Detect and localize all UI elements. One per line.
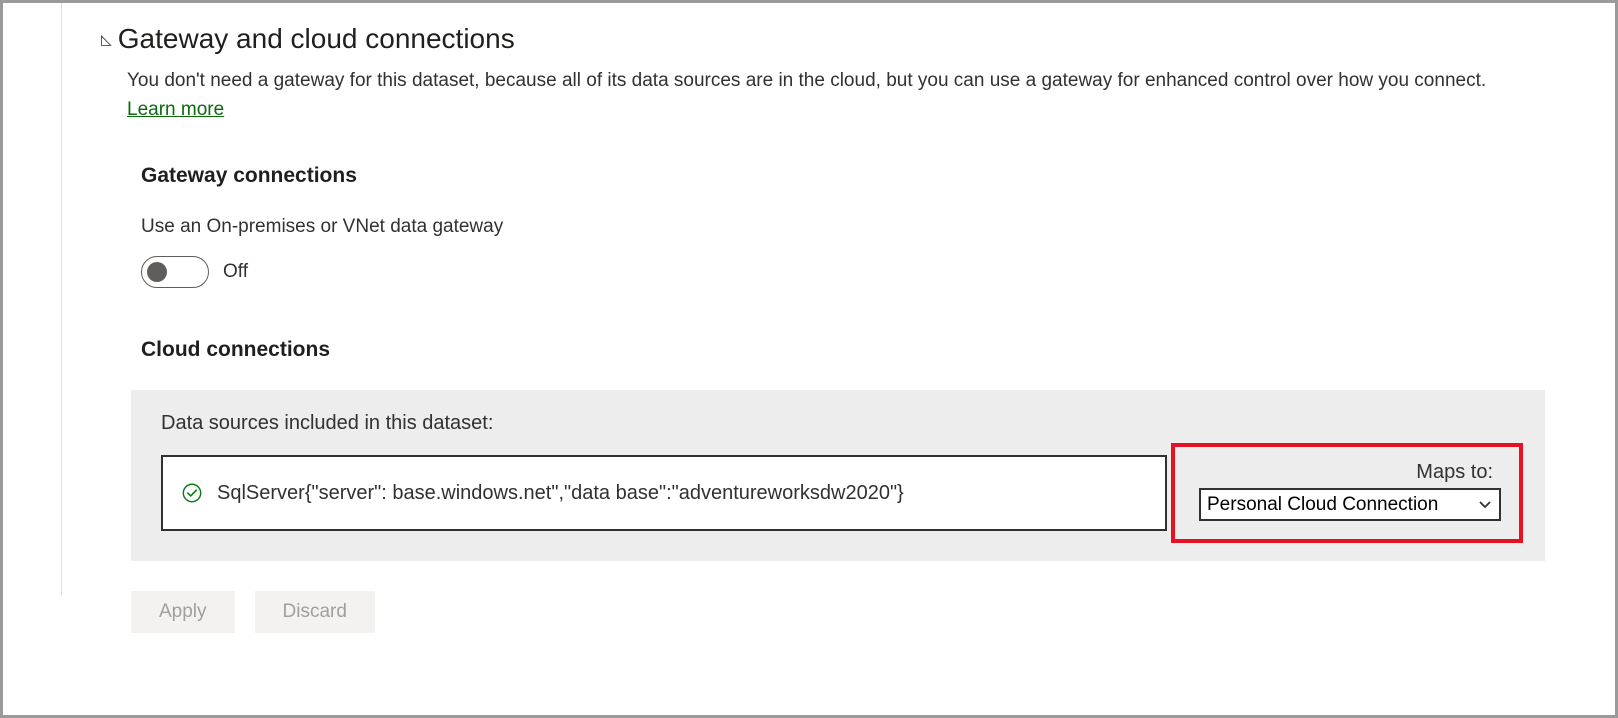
section-header[interactable]: ◿ Gateway and cloud connections bbox=[101, 23, 1555, 55]
datasource-item: SqlServer{"server": base.windows.net","d… bbox=[161, 455, 1167, 531]
gateway-heading: Gateway connections bbox=[141, 164, 1555, 188]
cloud-connections-panel: Data sources included in this dataset: S… bbox=[131, 390, 1545, 561]
vertical-divider bbox=[61, 3, 62, 595]
collapse-triangle-icon: ◿ bbox=[101, 31, 112, 48]
gateway-toggle[interactable] bbox=[141, 256, 209, 288]
discard-button[interactable]: Discard bbox=[255, 591, 375, 633]
maps-to-label: Maps to: bbox=[1199, 461, 1501, 484]
gateway-toggle-state: Off bbox=[223, 261, 248, 283]
datasources-label: Data sources included in this dataset: bbox=[161, 412, 1515, 435]
maps-to-column: Maps to: Personal Cloud Connection bbox=[1185, 455, 1515, 531]
section-description: You don't need a gateway for this datase… bbox=[127, 67, 1527, 124]
learn-more-link[interactable]: Learn more bbox=[127, 99, 224, 120]
description-text: You don't need a gateway for this datase… bbox=[127, 70, 1486, 91]
apply-button[interactable]: Apply bbox=[131, 591, 235, 633]
gateway-toggle-label: Use an On-premises or VNet data gateway bbox=[141, 216, 1555, 238]
section-title: Gateway and cloud connections bbox=[118, 23, 515, 55]
maps-to-select[interactable]: Personal Cloud Connection bbox=[1199, 488, 1501, 521]
cloud-heading: Cloud connections bbox=[141, 338, 1555, 362]
success-check-icon bbox=[181, 482, 203, 504]
datasource-text: SqlServer{"server": base.windows.net","d… bbox=[217, 479, 904, 507]
toggle-knob bbox=[147, 262, 167, 282]
